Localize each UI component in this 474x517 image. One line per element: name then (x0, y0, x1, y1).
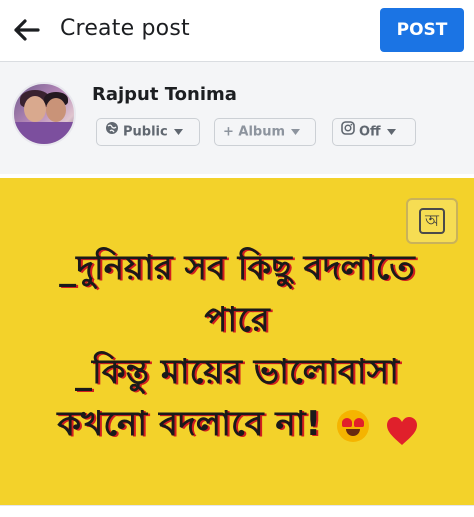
post-text-line-2: পারে (204, 300, 270, 340)
arrow-left-icon (14, 19, 40, 41)
author-name: Rajput Tonima (92, 84, 237, 105)
instagram-icon (341, 119, 355, 145)
post-text-line-3: _কিন্তু মায়ের ভালোবাসা (75, 352, 399, 392)
font-style-button[interactable]: অ (406, 198, 458, 244)
avatar[interactable] (12, 82, 76, 146)
post-text-line-1: _দুনিয়ার সব কিছু বদলাতে (59, 248, 415, 288)
instagram-share-selector[interactable]: Off (332, 118, 416, 146)
caret-down-icon (291, 119, 301, 145)
album-selector[interactable]: + Album (214, 118, 316, 146)
page-title: Create post (60, 16, 190, 41)
top-bar: Create post POST (0, 0, 474, 62)
audience-label: Public (123, 124, 168, 140)
post-button[interactable]: POST (380, 8, 464, 52)
caret-down-icon (173, 119, 183, 145)
font-style-label: অ (419, 208, 445, 234)
bottom-edge (0, 505, 474, 517)
red-heart-emoji-icon (385, 410, 417, 445)
back-button[interactable] (8, 10, 48, 50)
heart-eyes-emoji-icon (336, 409, 369, 442)
post-text-line-4: কখনো বদলাবে না! (57, 404, 322, 444)
album-label: + Album (223, 124, 286, 140)
instagram-label: Off (359, 124, 381, 140)
globe-icon (105, 119, 119, 145)
audience-selector[interactable]: Public (96, 118, 200, 146)
author-section: Rajput Tonima Public + Album Off (0, 62, 474, 174)
post-text-line-4-row: কখনো বদলাবে না! (20, 398, 454, 450)
post-background-canvas[interactable]: অ _দুনিয়ার সব কিছু বদলাতে পারে _কিন্তু … (0, 178, 474, 505)
caret-down-icon (386, 119, 396, 145)
post-text[interactable]: _দুনিয়ার সব কিছু বদলাতে পারে _কিন্তু মা… (20, 242, 454, 450)
